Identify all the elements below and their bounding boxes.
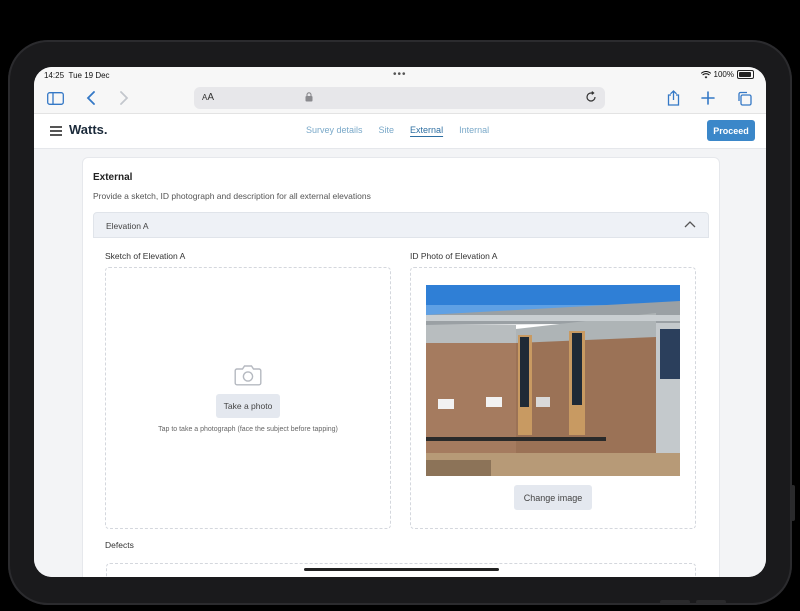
app-logo[interactable]: Watts. bbox=[69, 122, 108, 137]
home-indicator bbox=[304, 568, 499, 571]
nav-site[interactable]: Site bbox=[379, 125, 395, 135]
take-photo-hint: Tap to take a photograph (face the subje… bbox=[158, 426, 338, 433]
power-button bbox=[791, 485, 795, 521]
lock-icon bbox=[305, 92, 313, 102]
reader-aa-button[interactable]: AA bbox=[202, 92, 214, 103]
hamburger-icon[interactable] bbox=[50, 126, 62, 136]
tabs-icon[interactable] bbox=[734, 89, 754, 107]
section-title: External bbox=[93, 172, 133, 183]
defects-label: Defects bbox=[105, 540, 134, 550]
camera-icon bbox=[234, 365, 262, 386]
back-chevron-icon[interactable] bbox=[81, 89, 101, 107]
proceed-button[interactable]: Proceed bbox=[707, 120, 755, 141]
browser-toolbar: AA bbox=[34, 83, 766, 114]
volume-button bbox=[660, 600, 690, 604]
address-bar[interactable]: AA bbox=[194, 87, 605, 109]
main-content: External Provide a sketch, ID photograph… bbox=[34, 149, 766, 577]
volume-button-2 bbox=[696, 600, 726, 604]
status-bar: 14:25 Tue 19 Dec ••• 100% bbox=[34, 67, 766, 83]
photo-label: ID Photo of Elevation A bbox=[410, 251, 498, 261]
multitasking-dots-icon[interactable]: ••• bbox=[393, 69, 407, 80]
chevron-up-icon[interactable] bbox=[684, 220, 696, 228]
sketch-label: Sketch of Elevation A bbox=[105, 251, 186, 261]
wifi-icon bbox=[700, 70, 711, 78]
external-card: External Provide a sketch, ID photograph… bbox=[82, 157, 720, 577]
elevation-accordion-header[interactable]: Elevation A bbox=[93, 212, 709, 238]
nav-external[interactable]: External bbox=[410, 125, 443, 135]
status-time: 14:25 bbox=[44, 71, 65, 80]
nav-internal[interactable]: Internal bbox=[459, 125, 489, 135]
app-header: Watts. Survey details Site External Inte… bbox=[34, 114, 766, 149]
sidebar-icon[interactable] bbox=[45, 89, 65, 107]
battery-percent: 100% bbox=[713, 70, 734, 79]
elevation-photo bbox=[426, 285, 680, 476]
photo-dropzone: Change image bbox=[410, 267, 696, 529]
elevation-title: Elevation A bbox=[106, 221, 149, 231]
status-date: Tue 19 Dec bbox=[68, 71, 110, 80]
reload-icon[interactable] bbox=[585, 91, 597, 103]
forward-chevron-icon[interactable] bbox=[114, 89, 134, 107]
nav-survey-details[interactable]: Survey details bbox=[306, 125, 363, 135]
screen: 14:25 Tue 19 Dec ••• 100% AA Watts. Surv… bbox=[34, 67, 766, 577]
take-photo-button[interactable]: Take a photo bbox=[216, 394, 280, 418]
share-icon[interactable] bbox=[663, 89, 683, 107]
battery-icon bbox=[737, 70, 754, 79]
plus-icon[interactable] bbox=[698, 89, 718, 107]
section-description: Provide a sketch, ID photograph and desc… bbox=[93, 191, 371, 201]
change-image-button[interactable]: Change image bbox=[514, 485, 592, 510]
sketch-dropzone[interactable]: Take a photo Tap to take a photograph (f… bbox=[105, 267, 391, 529]
survey-nav: Survey details Site External Internal bbox=[306, 125, 489, 135]
